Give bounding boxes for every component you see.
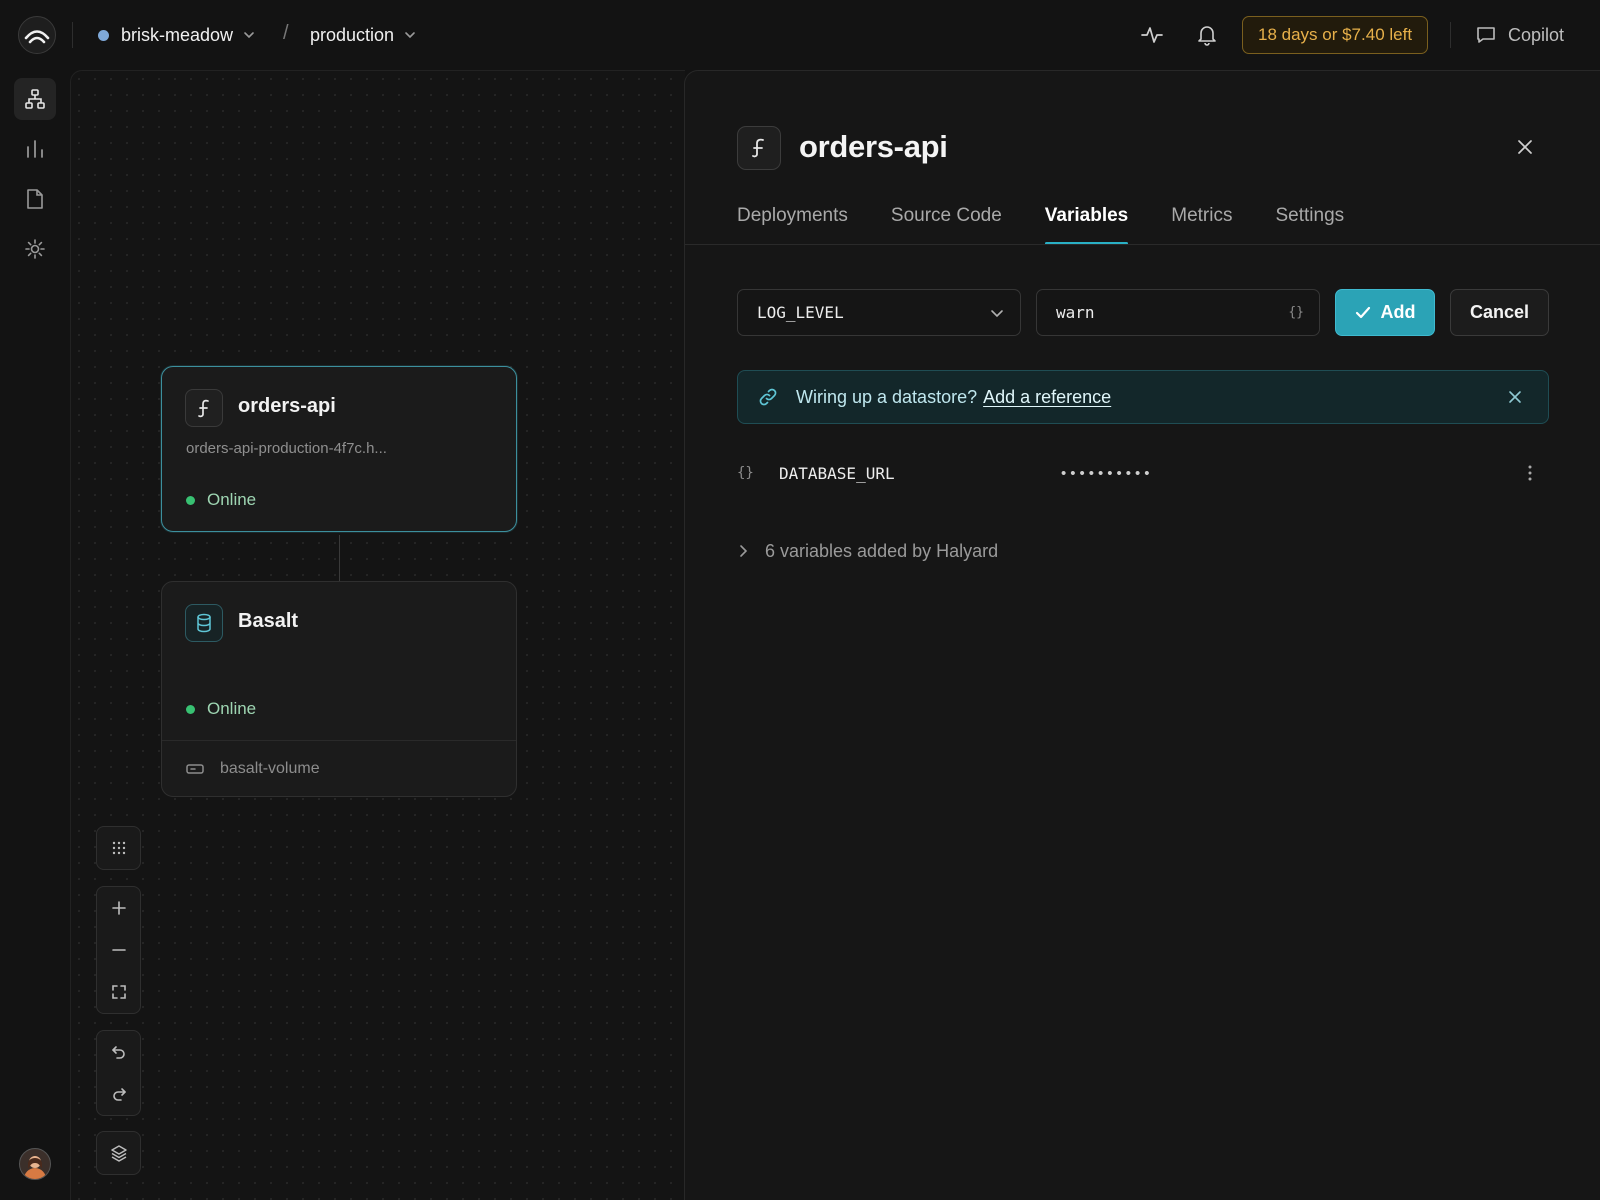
service-card-basalt[interactable]: Basalt Online basalt-volume bbox=[161, 581, 517, 797]
tab-settings[interactable]: Settings bbox=[1275, 197, 1344, 245]
braces-icon[interactable]: {} bbox=[1288, 290, 1304, 335]
zoom-out-icon[interactable] bbox=[97, 929, 140, 971]
undo-icon[interactable] bbox=[97, 1031, 140, 1073]
link-icon bbox=[758, 387, 778, 407]
redo-icon[interactable] bbox=[97, 1073, 140, 1115]
project-status-dot bbox=[98, 29, 109, 41]
service-connector bbox=[339, 535, 340, 585]
metrics-icon[interactable] bbox=[14, 128, 56, 170]
check-icon bbox=[1355, 306, 1371, 320]
left-rail bbox=[0, 70, 70, 1200]
canvas-grid-toggle bbox=[96, 826, 141, 870]
copilot-label: Copilot bbox=[1508, 24, 1565, 45]
fit-icon[interactable] bbox=[97, 971, 140, 1013]
zoom-in-icon[interactable] bbox=[97, 887, 140, 929]
chevron-down-icon bbox=[242, 28, 256, 42]
chevron-right-icon bbox=[737, 544, 749, 558]
variable-value-input[interactable]: warn {} bbox=[1036, 289, 1320, 336]
copilot-button[interactable]: Copilot bbox=[1476, 22, 1564, 48]
service-name: Basalt bbox=[238, 610, 299, 632]
variable-name: DATABASE_URL bbox=[779, 463, 895, 483]
function-icon bbox=[185, 389, 223, 427]
layers-control bbox=[96, 1131, 141, 1175]
chevron-down-icon bbox=[403, 28, 417, 42]
architecture-icon[interactable] bbox=[14, 78, 56, 120]
variable-name-value: LOG_LEVEL bbox=[757, 303, 844, 322]
variable-name-input[interactable]: LOG_LEVEL bbox=[737, 289, 1021, 336]
close-icon[interactable] bbox=[1504, 386, 1526, 408]
tab-source-code[interactable]: Source Code bbox=[891, 197, 1002, 245]
reference-banner: Wiring up a datastore? Add a reference bbox=[737, 370, 1549, 424]
service-card-orders-api[interactable]: orders-api orders-api-production-4f7c.h.… bbox=[161, 366, 517, 532]
variable-value-masked[interactable]: •••••••••• bbox=[1061, 465, 1154, 482]
variable-row[interactable]: {} DATABASE_URL •••••••••• bbox=[737, 454, 1549, 492]
chevron-down-icon[interactable] bbox=[989, 290, 1005, 335]
bell-icon[interactable] bbox=[1194, 22, 1220, 48]
status-label: Online bbox=[207, 490, 257, 509]
service-panel: orders-api Deployments Source Code Varia… bbox=[684, 70, 1600, 1200]
environment-selector[interactable]: production bbox=[310, 22, 417, 48]
divider bbox=[685, 244, 1600, 245]
user-avatar[interactable] bbox=[19, 1148, 51, 1180]
grid-icon[interactable] bbox=[97, 827, 140, 869]
variable-value-text: warn bbox=[1056, 303, 1095, 322]
status-label: Online bbox=[207, 699, 257, 718]
divider bbox=[72, 22, 73, 48]
system-variables-toggle[interactable]: 6 variables added by Halyard bbox=[737, 537, 998, 565]
volume-icon bbox=[186, 762, 204, 776]
chat-icon bbox=[1476, 26, 1496, 44]
braces-icon: {} bbox=[737, 465, 754, 481]
tab-variables[interactable]: Variables bbox=[1044, 197, 1129, 245]
service-name: orders-api bbox=[238, 395, 336, 417]
settings-icon[interactable] bbox=[14, 228, 56, 270]
project-name: brisk-meadow bbox=[121, 24, 234, 45]
status-badge: Online bbox=[186, 490, 256, 510]
online-dot bbox=[186, 704, 195, 714]
activity-icon[interactable] bbox=[1139, 22, 1165, 48]
project-selector[interactable]: brisk-meadow bbox=[98, 22, 256, 48]
cancel-button[interactable]: Cancel bbox=[1450, 289, 1549, 336]
close-icon[interactable] bbox=[1511, 133, 1539, 161]
panel-title: orders-api bbox=[799, 129, 948, 164]
history-controls bbox=[96, 1030, 141, 1116]
volume-row[interactable]: basalt-volume bbox=[162, 740, 516, 796]
layers-icon[interactable] bbox=[97, 1132, 140, 1174]
banner-text: Wiring up a datastore? bbox=[796, 386, 978, 407]
zoom-controls bbox=[96, 886, 141, 1014]
app-logo-icon[interactable] bbox=[18, 16, 56, 54]
tab-deployments[interactable]: Deployments bbox=[737, 197, 848, 245]
panel-tabs: Deployments Source Code Variables Metric… bbox=[737, 197, 1387, 245]
docs-icon[interactable] bbox=[14, 178, 56, 220]
breadcrumb-separator: / bbox=[283, 22, 289, 44]
function-icon bbox=[737, 126, 781, 170]
database-icon bbox=[185, 604, 223, 642]
trial-badge[interactable]: 18 days or $7.40 left bbox=[1242, 16, 1429, 54]
status-badge: Online bbox=[186, 699, 256, 719]
volume-name: basalt-volume bbox=[220, 759, 320, 777]
online-dot bbox=[186, 495, 195, 505]
top-bar: brisk-meadow / production 18 days or $7.… bbox=[0, 0, 1600, 70]
add-reference-link[interactable]: Add a reference bbox=[983, 387, 1111, 408]
add-button[interactable]: Add bbox=[1335, 289, 1435, 336]
environment-name: production bbox=[310, 24, 395, 45]
add-button-label: Add bbox=[1380, 302, 1416, 322]
tab-metrics[interactable]: Metrics bbox=[1171, 197, 1232, 245]
more-options-icon[interactable] bbox=[1519, 462, 1541, 484]
service-url: orders-api-production-4f7c.h... bbox=[186, 440, 387, 457]
divider bbox=[1450, 22, 1451, 48]
system-variables-label: 6 variables added by Halyard bbox=[765, 540, 999, 561]
